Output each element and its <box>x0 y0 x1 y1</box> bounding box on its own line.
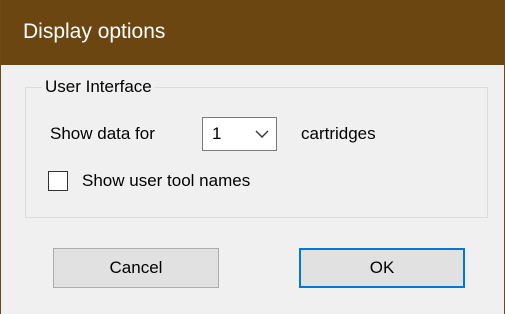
group-legend: User Interface <box>42 77 155 97</box>
cartridges-count-value: 1 <box>212 124 222 143</box>
display-options-dialog: Display options User Interface Show data… <box>0 0 505 314</box>
chevron-down-icon <box>255 130 269 138</box>
dialog-body: User Interface Show data for 1 cartridge… <box>1 65 504 314</box>
cancel-button[interactable]: Cancel <box>53 248 219 288</box>
ok-button[interactable]: OK <box>299 248 465 288</box>
user-interface-group: User Interface Show data for 1 cartridge… <box>25 77 488 218</box>
show-user-tool-names-label[interactable]: Show user tool names <box>82 171 250 191</box>
show-data-label: Show data for <box>50 124 155 143</box>
show-user-tool-names-checkbox[interactable] <box>48 171 68 191</box>
cartridges-count-select[interactable]: 1 <box>202 117 277 151</box>
dialog-title: Display options <box>23 20 166 43</box>
cartridges-label: cartridges <box>301 124 376 143</box>
title-bar[interactable]: Display options <box>1 0 504 65</box>
